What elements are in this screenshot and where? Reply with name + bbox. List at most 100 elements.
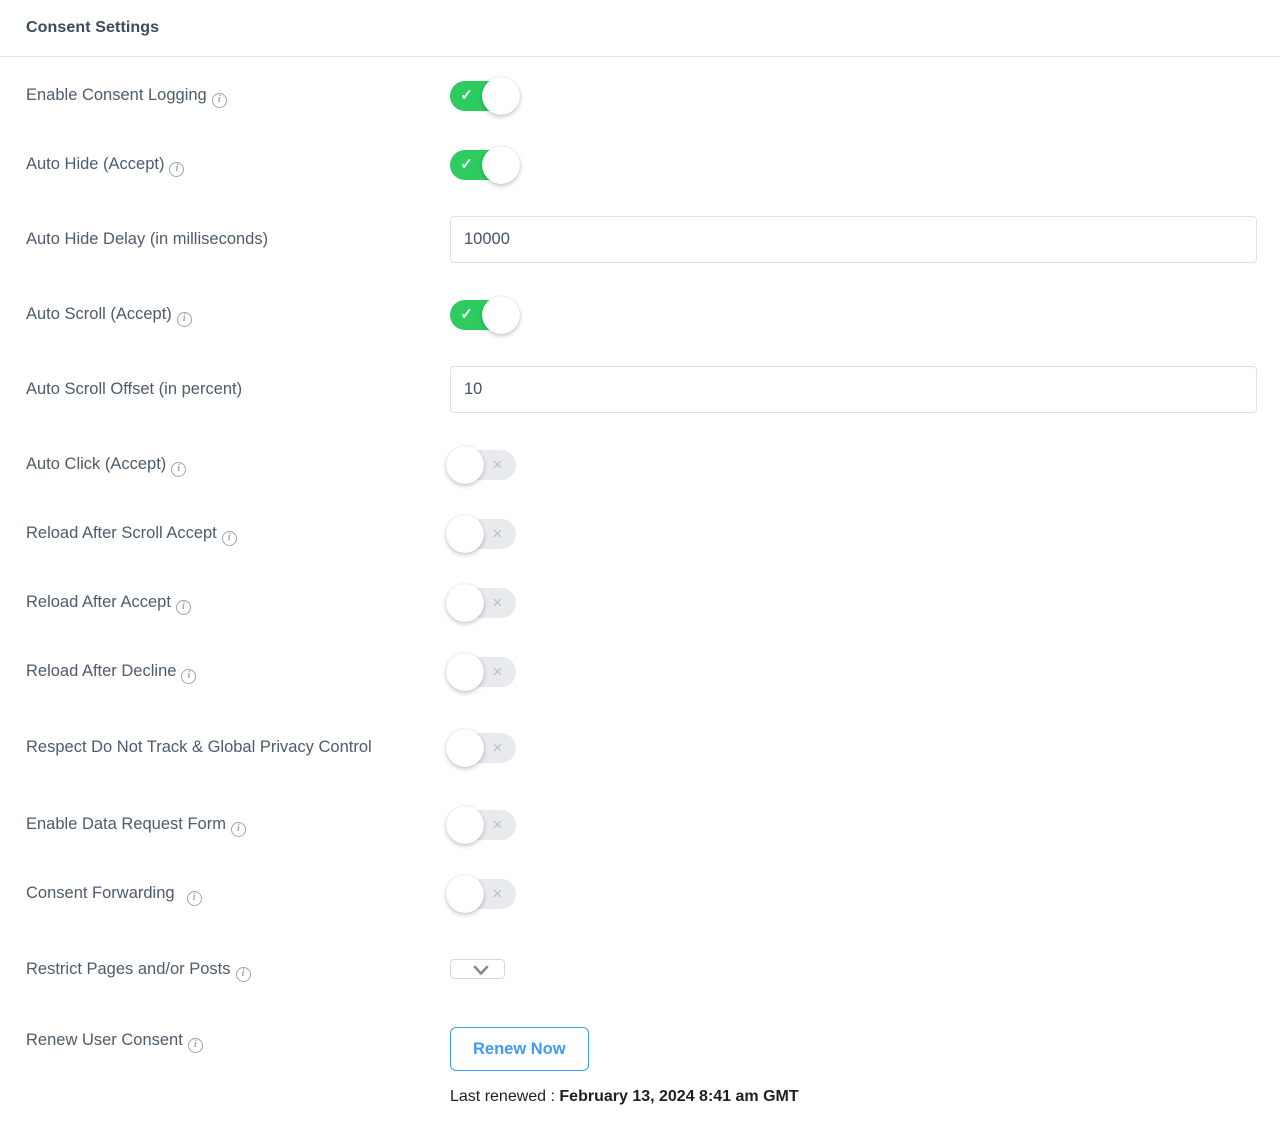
toggle-consent-forwarding[interactable]: × <box>446 874 516 913</box>
label-cell-restrict-pages-posts: Restrict Pages and/or Posts i <box>26 956 450 983</box>
toggle-knob <box>482 295 520 334</box>
control-cell-reload-after-accept: × <box>446 583 1280 622</box>
toggle-auto-scroll-accept[interactable]: ✓ <box>450 295 520 334</box>
toggle-check-icon: ✓ <box>460 86 473 104</box>
row-respect-do-not-track: Respect Do Not Track & Global Privacy Co… <box>0 706 1280 790</box>
info-icon[interactable]: i <box>230 821 246 837</box>
last-renewed-label: Last renewed : <box>450 1088 560 1105</box>
row-auto-click-accept: Auto Click (Accept) i × <box>0 430 1280 499</box>
last-renewed-status: Last renewed : February 13, 2024 8:41 am… <box>450 1087 1280 1107</box>
panel-header: Consent Settings <box>0 0 1280 57</box>
row-auto-hide-accept: Auto Hide (Accept) i ✓ <box>0 130 1280 199</box>
input-auto-scroll-offset[interactable] <box>450 366 1257 413</box>
label-auto-hide-accept: Auto Hide (Accept) <box>26 155 165 174</box>
label-cell-consent-forwarding: Consent Forwarding i <box>26 880 450 907</box>
toggle-cross-icon: × <box>492 592 503 612</box>
row-renew-user-consent: Renew User Consent i Renew Now Last renewed… <box>0 1011 1280 1115</box>
row-enable-data-request-form: Enable Data Request Form i × <box>0 790 1280 859</box>
toggle-cross-icon: × <box>492 523 503 543</box>
info-icon[interactable]: i <box>186 890 202 906</box>
toggle-knob <box>446 514 484 553</box>
select-restrict-pages-posts[interactable] <box>450 959 505 979</box>
toggle-cross-icon: × <box>492 661 503 681</box>
control-cell-reload-after-decline: × <box>446 652 1280 691</box>
label-cell-respect-do-not-track: Respect Do Not Track & Global Privacy Co… <box>26 734 450 761</box>
label-auto-click-accept: Auto Click (Accept) <box>26 455 167 474</box>
label-cell-auto-hide-accept: Auto Hide (Accept) i <box>26 151 450 178</box>
info-icon[interactable]: i <box>211 92 227 108</box>
toggle-knob <box>482 76 520 115</box>
toggle-cross-icon: × <box>492 883 503 903</box>
label-cell-enable-data-request-form: Enable Data Request Form i <box>26 811 450 838</box>
page-title: Consent Settings <box>26 19 160 36</box>
label-renew-user-consent: Renew User Consent <box>26 1031 183 1050</box>
settings-rows: Enable Consent Logging i ✓ Auto Hide (Accep… <box>0 57 1280 1115</box>
control-cell-auto-scroll-offset <box>450 366 1280 413</box>
row-restrict-pages-posts: Restrict Pages and/or Posts i <box>0 928 1280 1011</box>
last-renewed-value: February 13, 2024 8:41 am GMT <box>559 1088 799 1105</box>
info-icon[interactable]: i <box>181 668 197 684</box>
toggle-reload-after-scroll-accept[interactable]: × <box>446 514 516 553</box>
info-icon[interactable]: i <box>187 1038 203 1053</box>
info-icon[interactable]: i <box>235 966 251 982</box>
toggle-auto-hide-accept[interactable]: ✓ <box>450 145 520 184</box>
info-icon[interactable]: i <box>171 461 187 477</box>
toggle-knob <box>446 445 484 484</box>
row-auto-scroll-offset: Auto Scroll Offset (in percent) <box>0 349 1280 430</box>
row-consent-forwarding: Consent Forwarding i × <box>0 859 1280 928</box>
toggle-knob <box>446 729 484 767</box>
consent-settings-panel: Consent Settings Enable Consent Logging i… <box>0 0 1280 1115</box>
toggle-reload-after-accept[interactable]: × <box>446 583 516 622</box>
label-cell-auto-click-accept: Auto Click (Accept) i <box>26 451 450 478</box>
label-cell-reload-after-scroll-accept: Reload After Scroll Accept i <box>26 520 450 547</box>
select-wrap-restrict-pages-posts <box>450 959 505 979</box>
row-auto-hide-delay: Auto Hide Delay (in milliseconds) <box>0 199 1280 280</box>
row-reload-after-accept: Reload After Accept i × <box>0 568 1280 637</box>
toggle-enable-consent-logging[interactable]: ✓ <box>450 76 520 115</box>
label-respect-do-not-track: Respect Do Not Track & Global Privacy Co… <box>26 738 372 757</box>
toggle-auto-click-accept[interactable]: × <box>446 445 516 484</box>
row-reload-after-decline: Reload After Decline i × <box>0 637 1280 706</box>
control-cell-auto-hide-accept: ✓ <box>450 145 1280 184</box>
label-cell-reload-after-accept: Reload After Accept i <box>26 589 450 616</box>
label-enable-consent-logging: Enable Consent Logging <box>26 86 207 105</box>
label-auto-scroll-offset: Auto Scroll Offset (in percent) <box>26 380 243 399</box>
label-enable-data-request-form: Enable Data Request Form <box>26 815 226 834</box>
label-cell-auto-hide-delay: Auto Hide Delay (in milliseconds) <box>26 226 450 253</box>
toggle-knob <box>446 583 484 622</box>
toggle-respect-do-not-track[interactable]: × <box>446 729 516 767</box>
toggle-enable-data-request-form[interactable]: × <box>446 805 516 844</box>
input-auto-hide-delay[interactable] <box>450 216 1257 263</box>
label-auto-hide-delay: Auto Hide Delay (in milliseconds) <box>26 230 269 249</box>
label-restrict-pages-posts: Restrict Pages and/or Posts <box>26 960 231 979</box>
toggle-cross-icon: × <box>492 454 503 474</box>
toggle-cross-icon: × <box>492 738 503 757</box>
renew-now-button[interactable]: Renew Now <box>450 1027 589 1071</box>
control-cell-enable-data-request-form: × <box>446 805 1280 844</box>
control-cell-respect-do-not-track: × <box>446 729 1280 767</box>
control-cell-restrict-pages-posts <box>450 947 1280 992</box>
control-cell-auto-scroll-accept: ✓ <box>450 295 1280 334</box>
label-consent-forwarding: Consent Forwarding <box>26 884 175 903</box>
toggle-cross-icon: × <box>492 814 503 834</box>
row-reload-after-scroll-accept: Reload After Scroll Accept i × <box>0 499 1280 568</box>
toggle-reload-after-decline[interactable]: × <box>446 652 516 691</box>
info-icon[interactable]: i <box>169 161 185 177</box>
toggle-check-icon: ✓ <box>460 305 473 323</box>
label-reload-after-accept: Reload After Accept <box>26 593 171 612</box>
label-reload-after-scroll-accept: Reload After Scroll Accept <box>26 524 217 543</box>
info-icon[interactable]: i <box>176 311 192 327</box>
toggle-check-icon: ✓ <box>460 155 473 173</box>
info-icon[interactable]: i <box>221 530 237 546</box>
row-enable-consent-logging: Enable Consent Logging i ✓ <box>0 61 1280 130</box>
label-cell-reload-after-decline: Reload After Decline i <box>26 658 450 685</box>
control-cell-auto-hide-delay <box>450 216 1280 263</box>
control-cell-reload-after-scroll-accept: × <box>446 514 1280 553</box>
label-cell-auto-scroll-offset: Auto Scroll Offset (in percent) <box>26 376 450 403</box>
label-cell-auto-scroll-accept: Auto Scroll (Accept) i <box>26 301 450 328</box>
label-cell-enable-consent-logging: Enable Consent Logging i <box>26 82 450 109</box>
info-icon[interactable]: i <box>175 599 191 615</box>
toggle-knob <box>446 805 484 844</box>
control-cell-consent-forwarding: × <box>446 874 1280 913</box>
control-cell-enable-consent-logging: ✓ <box>450 76 1280 115</box>
